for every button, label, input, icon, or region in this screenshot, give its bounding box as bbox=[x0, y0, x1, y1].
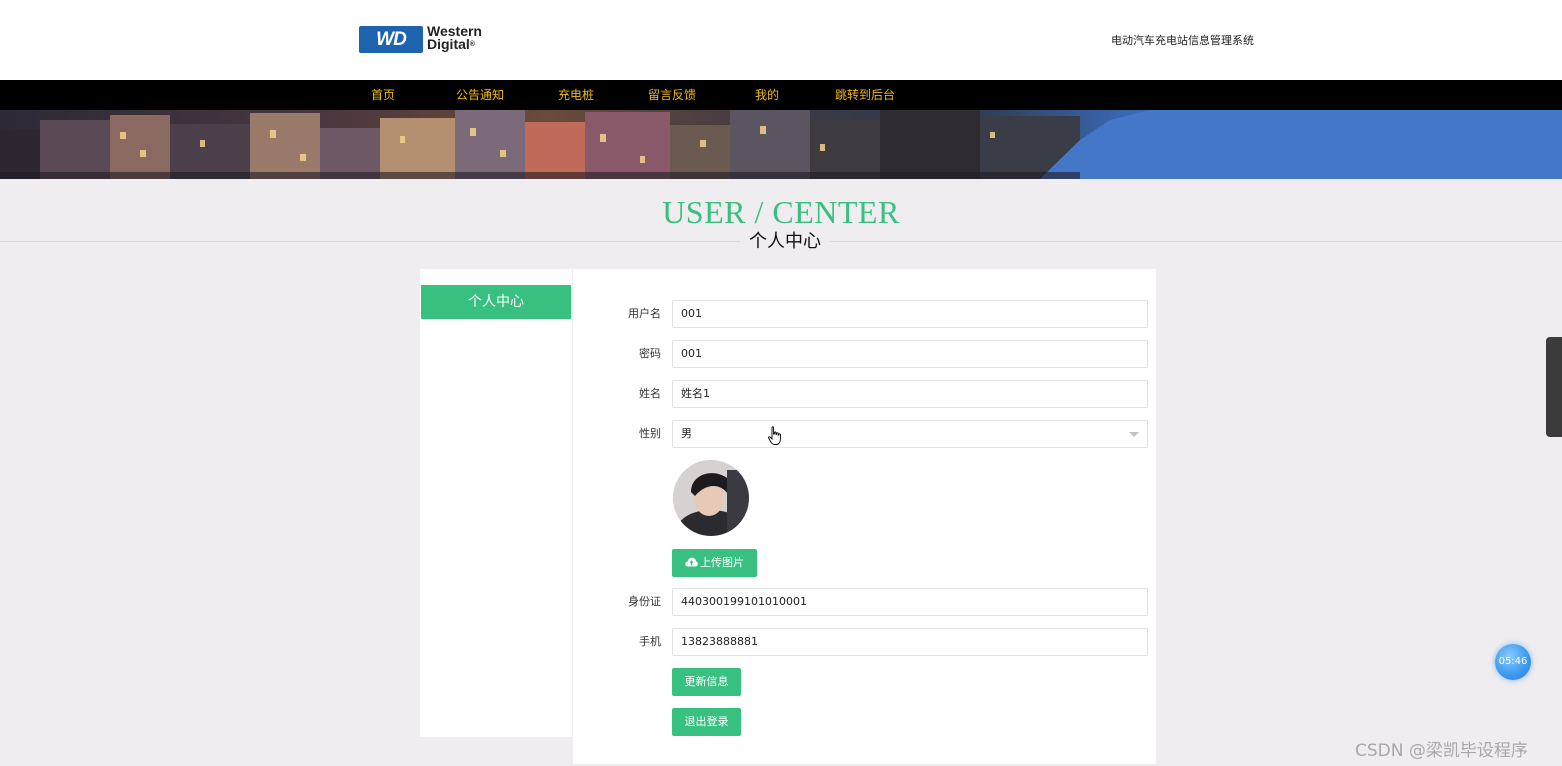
avatar-image bbox=[673, 460, 749, 536]
phone-input[interactable]: 13823888881 bbox=[672, 628, 1148, 656]
nav-item-home[interactable]: 首页 bbox=[371, 80, 395, 110]
cloud-upload-icon bbox=[685, 557, 698, 567]
section-title-en: USER / CENTER bbox=[662, 194, 900, 230]
section-heading: USER / CENTER 个人中心 bbox=[0, 193, 1562, 254]
profile-form: 用户名 001 密码 001 姓名 姓名1 性别 男 上传图片 身份证 4403… bbox=[573, 269, 1156, 764]
western-digital-logo[interactable]: WD Western Digital® bbox=[359, 24, 501, 54]
banner-townscape bbox=[0, 110, 1562, 179]
logo-registered: ® bbox=[469, 41, 475, 48]
gender-label: 性别 bbox=[639, 427, 661, 440]
sidebar: 个人中心 bbox=[420, 269, 572, 737]
hand-cursor-icon bbox=[768, 426, 781, 445]
logo-wordmark: Western Digital® bbox=[427, 24, 507, 52]
username-input[interactable]: 001 bbox=[672, 300, 1148, 328]
username-label: 用户名 bbox=[628, 307, 661, 320]
site-header: WD Western Digital® 电动汽车充电站信息管理系统 bbox=[0, 0, 1562, 80]
gender-selected-value: 男 bbox=[681, 427, 692, 440]
logo-line-2-text: Digital bbox=[427, 36, 470, 52]
nav-item-feedback[interactable]: 留言反馈 bbox=[648, 80, 696, 110]
main-nav: 首页 公告通知 充电桩 留言反馈 我的 跳转到后台 bbox=[0, 80, 1562, 110]
id-card-input[interactable]: 440300199101010001 bbox=[672, 588, 1148, 616]
banner-image bbox=[0, 110, 1562, 179]
sidebar-item-user-center[interactable]: 个人中心 bbox=[421, 285, 571, 319]
password-input[interactable]: 001 bbox=[672, 340, 1148, 368]
nav-item-notices[interactable]: 公告通知 bbox=[456, 80, 504, 110]
name-label: 姓名 bbox=[639, 387, 661, 400]
nav-item-charging-piles[interactable]: 充电桩 bbox=[558, 80, 594, 110]
name-input[interactable]: 姓名1 bbox=[672, 380, 1148, 408]
avatar bbox=[673, 460, 749, 536]
password-label: 密码 bbox=[639, 347, 661, 360]
nav-item-admin[interactable]: 跳转到后台 bbox=[835, 80, 895, 110]
upload-image-button-label: 上传图片 bbox=[700, 556, 744, 569]
update-info-button[interactable]: 更新信息 bbox=[672, 668, 741, 696]
logout-button[interactable]: 退出登录 bbox=[672, 708, 741, 736]
site-title: 电动汽车充电站信息管理系统 bbox=[1111, 34, 1254, 47]
upload-image-button[interactable]: 上传图片 bbox=[672, 549, 757, 577]
phone-label: 手机 bbox=[639, 635, 661, 648]
chevron-down-icon bbox=[1129, 432, 1139, 437]
id-card-label: 身份证 bbox=[628, 595, 661, 608]
logo-mark: WD bbox=[359, 26, 423, 53]
logo-line-2: Digital® bbox=[427, 36, 507, 52]
csdn-watermark: CSDN @梁凯毕设程序 bbox=[1355, 741, 1528, 761]
timer-badge[interactable]: 05:46 bbox=[1495, 644, 1531, 680]
nav-item-mine[interactable]: 我的 bbox=[755, 80, 779, 110]
side-float-tab[interactable] bbox=[1546, 337, 1562, 437]
gender-select[interactable]: 男 bbox=[672, 420, 1148, 448]
section-title-cn: 个人中心 bbox=[740, 230, 830, 254]
